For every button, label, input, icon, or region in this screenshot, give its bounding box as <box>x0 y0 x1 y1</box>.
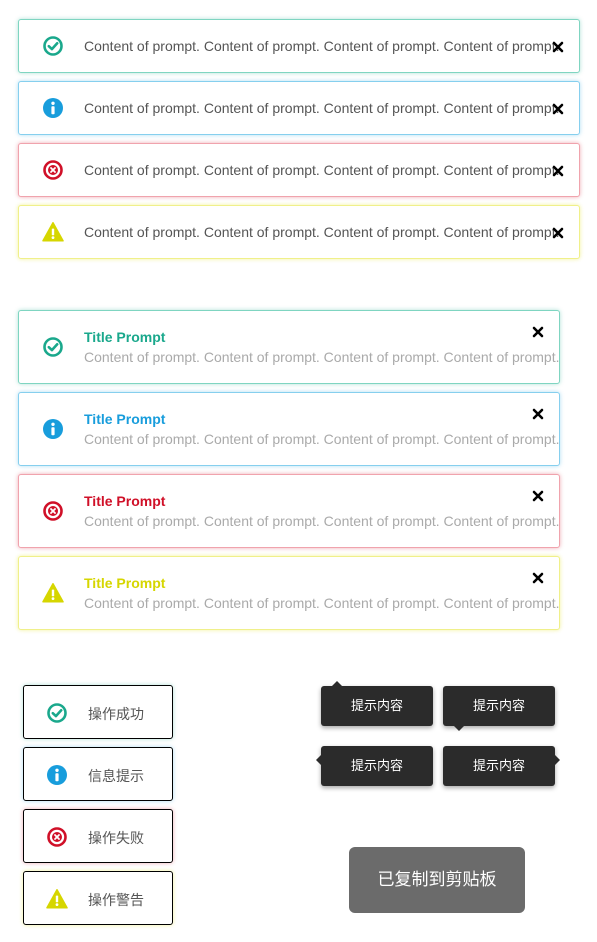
alert-error: Content of prompt. Content of prompt. Co… <box>18 143 580 197</box>
check-circle-icon <box>47 703 67 723</box>
alert-message: Content of prompt. Content of prompt. Co… <box>84 100 560 116</box>
tooltip-text: 提示内容 <box>472 698 525 713</box>
warning-triangle-icon <box>42 583 64 603</box>
alert-warning: Content of prompt. Content of prompt. Co… <box>18 205 580 259</box>
titled-alert-error: Title Prompt Content of prompt. Content … <box>18 474 560 548</box>
alert-message: Content of prompt. Content of prompt. Co… <box>84 224 560 240</box>
tooltip-arrow <box>454 726 464 731</box>
alert-info: Content of prompt. Content of prompt. Co… <box>18 81 580 135</box>
close-icon[interactable] <box>532 572 544 584</box>
x-circle-icon <box>43 501 63 521</box>
warning-triangle-icon <box>46 889 68 909</box>
check-circle-icon <box>43 337 63 357</box>
warning-triangle-icon <box>42 222 64 242</box>
alert-title: Title Prompt <box>84 411 166 427</box>
titled-alert-success: Title Prompt Content of prompt. Content … <box>18 310 560 384</box>
tooltip-arrow-top: 提示内容 <box>321 681 433 726</box>
alert-title: Title Prompt <box>84 493 166 509</box>
toast-label: 操作警告 <box>88 892 144 908</box>
tooltip-text: 提示内容 <box>472 758 525 773</box>
toast-success: 操作成功 <box>23 685 173 739</box>
alert-message: Content of prompt. Content of prompt. Co… <box>84 513 560 529</box>
alert-success: Content of prompt. Content of prompt. Co… <box>18 19 580 73</box>
toast-warning: 操作警告 <box>23 871 173 925</box>
copied-to-clipboard-message: 已复制到剪贴板 <box>349 847 525 913</box>
toast-error: 操作失败 <box>23 809 173 863</box>
alert-title: Title Prompt <box>84 575 166 591</box>
close-icon[interactable] <box>532 490 544 502</box>
close-icon[interactable] <box>552 41 564 53</box>
alert-message: Content of prompt. Content of prompt. Co… <box>84 38 560 54</box>
close-icon[interactable] <box>532 326 544 338</box>
alert-message: Content of prompt. Content of prompt. Co… <box>84 431 560 447</box>
x-circle-icon <box>47 827 67 847</box>
alert-message: Content of prompt. Content of prompt. Co… <box>84 162 560 178</box>
close-icon[interactable] <box>532 408 544 420</box>
tooltip-arrow <box>316 755 321 765</box>
toast-label: 操作失败 <box>88 830 144 846</box>
check-circle-icon <box>43 36 63 56</box>
info-circle-icon <box>43 419 63 439</box>
toast-info: 信息提示 <box>23 747 173 801</box>
titled-alert-info: Title Prompt Content of prompt. Content … <box>18 392 560 466</box>
tooltip-text: 提示内容 <box>350 698 403 713</box>
titled-alert-warning: Title Prompt Content of prompt. Content … <box>18 556 560 630</box>
tooltip-arrow <box>332 681 342 686</box>
close-icon[interactable] <box>552 165 564 177</box>
tooltip-text: 提示内容 <box>350 758 403 773</box>
x-circle-icon <box>43 160 63 180</box>
info-circle-icon <box>47 765 67 785</box>
alert-message: Content of prompt. Content of prompt. Co… <box>84 349 560 365</box>
close-icon[interactable] <box>552 103 564 115</box>
info-circle-icon <box>43 98 63 118</box>
close-icon[interactable] <box>552 227 564 239</box>
alert-title: Title Prompt <box>84 329 166 345</box>
tooltip-arrow-bottom: 提示内容 <box>443 686 555 731</box>
tooltip-arrow-left: 提示内容 <box>316 746 433 786</box>
tooltip-arrow <box>555 755 560 765</box>
toast-label: 操作成功 <box>88 706 144 722</box>
tooltip-arrow-right: 提示内容 <box>443 746 560 786</box>
toast-label: 信息提示 <box>88 768 144 784</box>
alert-message: Content of prompt. Content of prompt. Co… <box>84 595 560 611</box>
